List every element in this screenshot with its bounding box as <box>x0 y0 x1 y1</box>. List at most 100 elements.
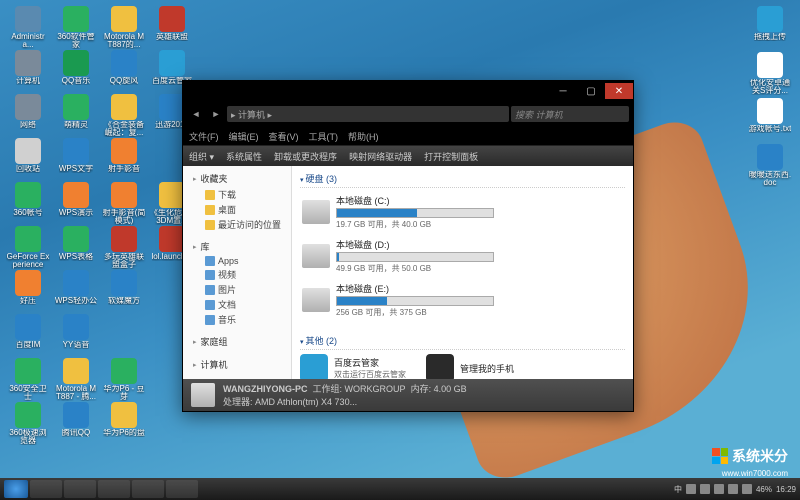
desktop-icon[interactable]: 华为P6 - 豆芽 <box>102 358 146 402</box>
sidebar-item[interactable]: 桌面 <box>183 202 291 217</box>
desktop-icon[interactable]: 360安全卫士 <box>6 358 50 402</box>
desktop-icon[interactable]: QQ音乐 <box>54 50 98 94</box>
computer-icon <box>191 383 215 407</box>
sidebar-item[interactable]: 下载 <box>183 187 291 202</box>
titlebar: ─ ▢ ✕ <box>183 81 633 101</box>
desktop-icon[interactable]: 英雄联盟 <box>150 6 194 50</box>
desktop-icon[interactable]: QQ旋风 <box>102 50 146 94</box>
search-input[interactable]: 搜索 计算机 <box>511 106 629 122</box>
drive[interactable]: 本地磁盘 (E:)256 GB 可用，共 375 GB <box>300 280 494 320</box>
desktop-icon[interactable]: 腾讯QQ <box>54 402 98 446</box>
desktop-icon[interactable]: 360极速浏览器 <box>6 402 50 446</box>
menu-item[interactable]: 查看(V) <box>269 130 299 143</box>
desktop-icon[interactable]: 华为P6的盘 <box>102 402 146 446</box>
sidebar-item[interactable]: 文档 <box>183 297 291 312</box>
tray-icon[interactable] <box>714 484 724 494</box>
desktop-icon[interactable]: 优化安卓通关S评分... <box>748 52 792 96</box>
drive-icon <box>302 244 330 268</box>
desktop-icon[interactable]: Motorola MT887的... <box>102 6 146 50</box>
sidebar-item[interactable]: Apps <box>183 255 291 267</box>
taskbar-item[interactable] <box>166 480 198 498</box>
watermark-brand: 系统米分 <box>712 446 788 466</box>
desktop-icon[interactable]: 360软件管家 <box>54 6 98 50</box>
sidebar-item[interactable]: 视频 <box>183 267 291 282</box>
taskbar-item[interactable] <box>98 480 130 498</box>
command-bar: 组织 ▾ 系统属性卸载或更改程序映射网络驱动器打开控制面板 <box>183 146 633 166</box>
address-bar-row: ◄ ► ▸ 计算机 ▸ 搜索 计算机 <box>183 101 633 127</box>
drive-icon <box>302 288 330 312</box>
app-icon <box>300 354 328 379</box>
menu-item[interactable]: 帮助(H) <box>348 130 379 143</box>
desktop-icon[interactable]: WPS文字 <box>54 138 98 182</box>
tray-icon[interactable] <box>728 484 738 494</box>
drive[interactable]: 本地磁盘 (D:)49.9 GB 可用，共 50.0 GB <box>300 236 494 276</box>
sidebar-libraries[interactable]: 库 <box>183 238 291 255</box>
desktop-icon[interactable]: 网络 <box>6 94 50 138</box>
sidebar-item[interactable]: 最近访问的位置 <box>183 217 291 232</box>
nav-fwd-button[interactable]: ► <box>207 106 225 122</box>
system-tray[interactable]: 中 46% 16:29 <box>674 484 796 495</box>
sidebar-homegroup[interactable]: 家庭组 <box>183 333 291 350</box>
nav-back-button[interactable]: ◄ <box>187 106 205 122</box>
start-button[interactable] <box>4 480 28 498</box>
command-item[interactable]: 卸载或更改程序 <box>274 150 337 163</box>
menu-bar: 文件(F) 编辑(E) 查看(V) 工具(T) 帮助(H) <box>183 127 633 146</box>
desktop-icon[interactable]: Motorola MT887 - 腾... <box>54 358 98 402</box>
desktop-icon[interactable]: 计算机 <box>6 50 50 94</box>
content-pane: 硬盘 (3) 本地磁盘 (C:)19.7 GB 可用，共 40.0 GB本地磁盘… <box>292 166 633 379</box>
taskbar-item[interactable] <box>132 480 164 498</box>
desktop-icon[interactable]: WPS演示 <box>54 182 98 226</box>
other-item[interactable]: 百度云管家双击运行百度云管家 <box>300 354 406 379</box>
menu-item[interactable]: 工具(T) <box>309 130 339 143</box>
desktop-icon[interactable]: Administra... <box>6 6 50 50</box>
minimize-button[interactable]: ─ <box>549 83 577 99</box>
taskbar-item[interactable] <box>64 480 96 498</box>
desktop-icon[interactable]: YY语音 <box>54 314 98 358</box>
sidebar: 收藏夹 下载桌面最近访问的位置 库 Apps视频图片文档音乐 家庭组 计算机 网… <box>183 166 292 379</box>
desktop-icon[interactable]: 射手影音(简模式) <box>102 182 146 226</box>
desktop-icon[interactable]: 萌精灵 <box>54 94 98 138</box>
desktop-icon[interactable]: 360帐号 <box>6 182 50 226</box>
menu-item[interactable]: 编辑(E) <box>229 130 259 143</box>
desktop-icon[interactable]: 《合金装备崛起：复... <box>102 94 146 138</box>
tray-icon[interactable] <box>686 484 696 494</box>
other-item[interactable]: 管理我的手机 <box>426 354 514 379</box>
drive[interactable]: 本地磁盘 (C:)19.7 GB 可用，共 40.0 GB <box>300 192 494 232</box>
close-button[interactable]: ✕ <box>605 83 633 99</box>
windows-logo-icon <box>712 448 728 464</box>
command-item[interactable]: 打开控制面板 <box>424 150 478 163</box>
command-item[interactable]: 组织 ▾ <box>189 150 214 163</box>
section-drives-header[interactable]: 硬盘 (3) <box>300 170 625 188</box>
watermark-url: www.win7000.com <box>722 469 788 478</box>
explorer-window: ─ ▢ ✕ ◄ ► ▸ 计算机 ▸ 搜索 计算机 文件(F) 编辑(E) 查看(V)… <box>182 80 634 412</box>
command-item[interactable]: 映射网络驱动器 <box>349 150 412 163</box>
desktop-icon[interactable]: GeForce Experience <box>6 226 50 270</box>
desktop-icon[interactable]: 拖拽上传 <box>748 6 792 50</box>
status-bar: WANGZHIYONG-PC 工作组: WORKGROUP 内存: 4.00 G… <box>183 379 633 411</box>
desktop-icon[interactable]: WPS轻办公 <box>54 270 98 314</box>
section-other-header[interactable]: 其他 (2) <box>300 332 625 350</box>
desktop-icon[interactable]: 游戏帐号.txt <box>748 98 792 142</box>
tray-icon[interactable] <box>742 484 752 494</box>
menu-item[interactable]: 文件(F) <box>189 130 219 143</box>
command-item[interactable]: 系统属性 <box>226 150 262 163</box>
taskbar: 中 46% 16:29 <box>0 478 800 500</box>
desktop-icon[interactable]: 暖暖送东西.doc <box>748 144 792 188</box>
desktop-icon[interactable]: WPS表格 <box>54 226 98 270</box>
maximize-button[interactable]: ▢ <box>577 83 605 99</box>
desktop-icon[interactable]: 百度IM <box>6 314 50 358</box>
sidebar-item[interactable]: 音乐 <box>183 312 291 327</box>
desktop-icon[interactable]: 回收站 <box>6 138 50 182</box>
sidebar-item[interactable]: 图片 <box>183 282 291 297</box>
desktop-icon[interactable]: 射手影音 <box>102 138 146 182</box>
desktop-icon[interactable]: 软媒魔方 <box>102 270 146 314</box>
taskbar-item[interactable] <box>30 480 62 498</box>
sidebar-favorites[interactable]: 收藏夹 <box>183 170 291 187</box>
desktop-icon[interactable]: 好压 <box>6 270 50 314</box>
drive-icon <box>302 200 330 224</box>
sidebar-computer[interactable]: 计算机 <box>183 356 291 373</box>
tray-icon[interactable] <box>700 484 710 494</box>
desktop-icon[interactable]: 多玩英雄联盟盒子 <box>102 226 146 270</box>
address-bar[interactable]: ▸ 计算机 ▸ <box>227 106 509 122</box>
app-icon <box>426 354 454 379</box>
